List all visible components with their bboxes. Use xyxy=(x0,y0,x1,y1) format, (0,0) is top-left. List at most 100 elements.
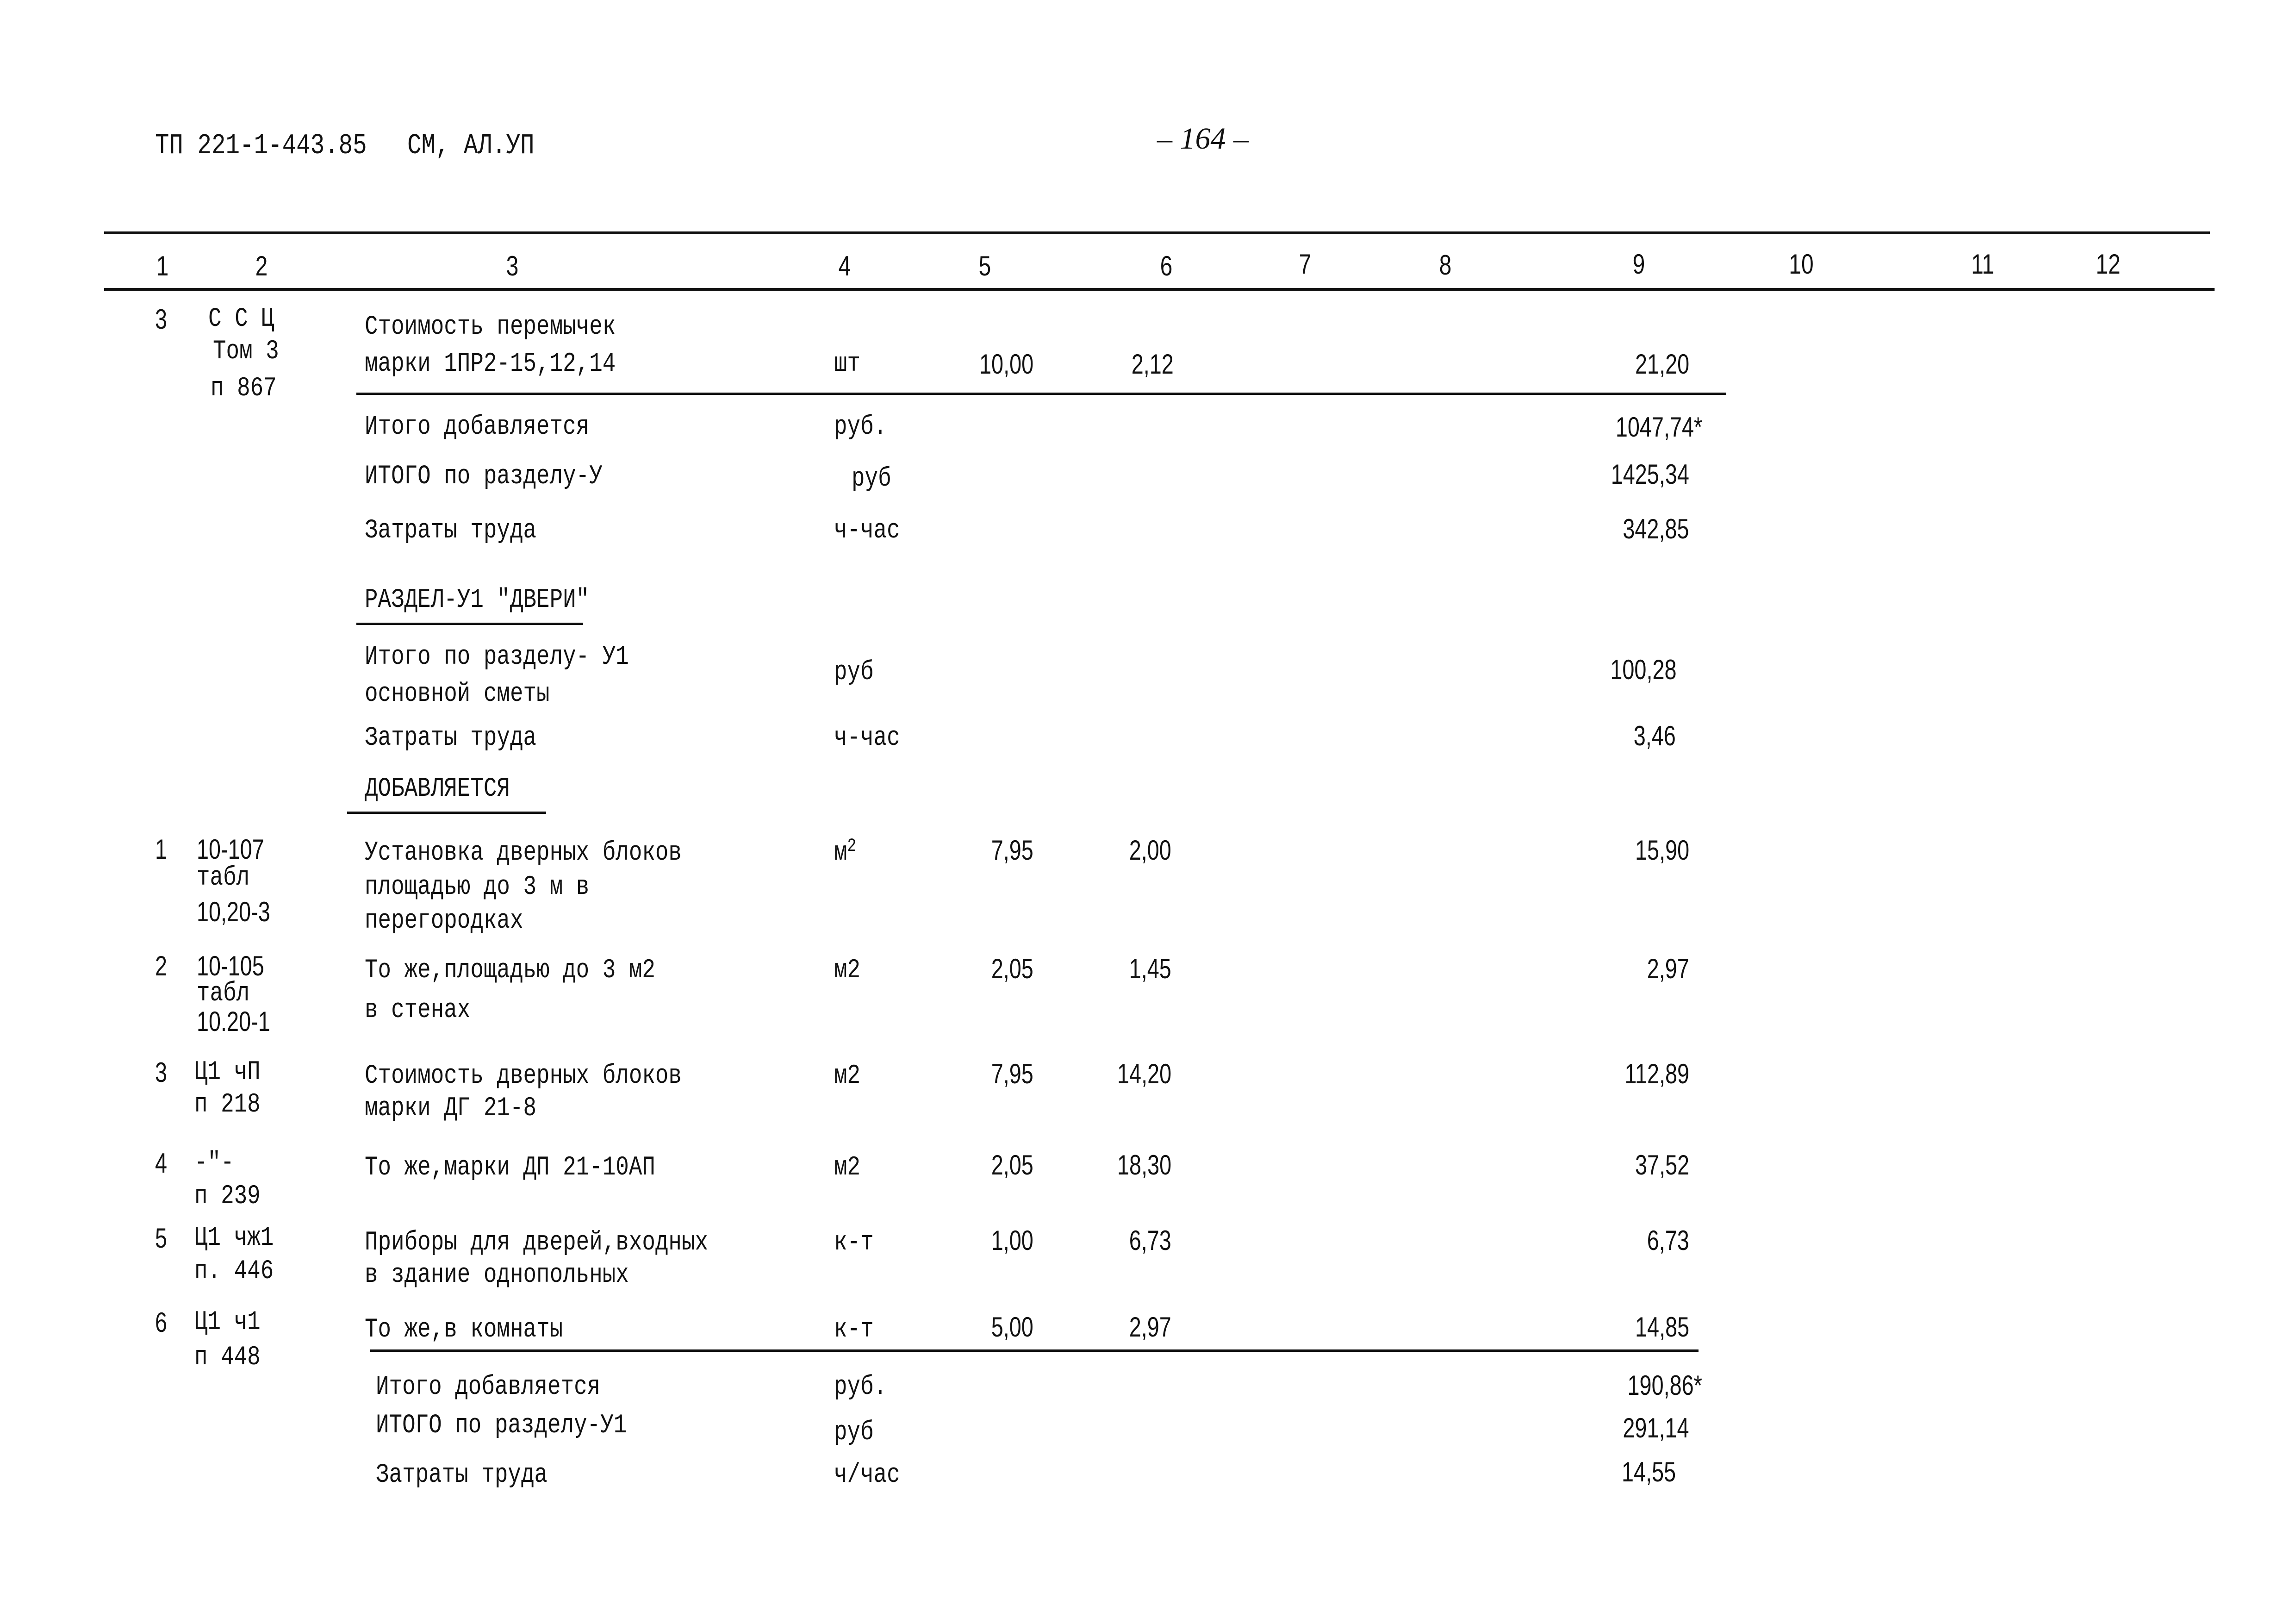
unit-text: м xyxy=(834,838,847,868)
row-number: 6 xyxy=(155,1307,168,1338)
totals-label: Итого добавляется xyxy=(365,412,590,442)
row-quantity: 2,05 xyxy=(991,953,1033,984)
table-top-rule xyxy=(104,231,2210,234)
totals-label: ИТОГО по разделу-У xyxy=(365,462,603,492)
column-header: 10 xyxy=(1789,249,1814,280)
subtotal-rule xyxy=(356,393,1726,395)
column-header: 12 xyxy=(2096,249,2121,280)
row-code: п 218 xyxy=(194,1090,261,1120)
column-header: 1 xyxy=(156,250,169,281)
totals-unit: руб xyxy=(834,1418,874,1448)
row-total: 2,97 xyxy=(1647,953,1689,984)
row-number: 2 xyxy=(155,950,168,981)
row-code: Ц1 чж1 xyxy=(194,1223,274,1253)
row-description: в стенах xyxy=(365,995,471,1025)
unit-superscript: 2 xyxy=(847,836,857,857)
row-quantity: 2,05 xyxy=(991,1149,1033,1181)
row-total: 15,90 xyxy=(1635,835,1689,866)
row-description: Приборы для дверей,входных xyxy=(365,1228,709,1258)
added-heading: ДОБАВЛЯЕТСЯ xyxy=(365,774,510,804)
row-code: п. 446 xyxy=(194,1256,274,1287)
row-unit: к-т xyxy=(834,1315,874,1345)
column-header: 7 xyxy=(1299,249,1312,280)
totals-unit: ч-час xyxy=(834,723,900,753)
totals-value: 291,14 xyxy=(1623,1412,1689,1443)
totals-unit: руб xyxy=(834,657,874,687)
row-description: площадью до 3 м в xyxy=(365,872,590,902)
row-description: То же,площадью до 3 м2 xyxy=(365,956,655,986)
row-unit-price: 1,45 xyxy=(1129,953,1171,984)
row-description: Стоимость перемычек xyxy=(365,312,616,342)
row-code: 10-107 xyxy=(197,834,264,865)
column-header: 9 xyxy=(1632,249,1645,280)
section-title: РАЗДЕЛ-У1 "ДВЕРИ" xyxy=(365,585,590,615)
row-quantity: 10,00 xyxy=(979,349,1033,380)
row-description: марки 1ПР2-15,12,14 xyxy=(365,349,616,379)
row-description: Стоимость дверных блоков xyxy=(365,1061,682,1091)
row-description: То же,в комнаты xyxy=(365,1315,563,1345)
row-code: 10.20-1 xyxy=(197,1006,270,1037)
totals-value: 1425,34 xyxy=(1611,459,1689,490)
totals-unit: ч/час xyxy=(834,1460,900,1490)
row-number: 1 xyxy=(155,834,168,865)
row-unit-price: 2,00 xyxy=(1129,835,1171,866)
row-unit: м2 xyxy=(834,1153,861,1183)
row-code: Ц1 чП xyxy=(194,1057,261,1087)
page-number: – 164 – xyxy=(1157,122,1249,156)
totals-value: 100,28 xyxy=(1610,654,1677,685)
row-total: 6,73 xyxy=(1647,1225,1689,1256)
totals-value: 3,46 xyxy=(1633,720,1676,751)
totals-label: ИТОГО по разделу-У1 xyxy=(376,1411,627,1441)
row-code: С С Ц xyxy=(208,304,274,334)
totals-label: Итого по разделу- У1 xyxy=(365,642,629,672)
row-quantity: 1,00 xyxy=(991,1225,1033,1256)
totals-label: Затраты труда xyxy=(365,723,537,753)
totals-value: 14,55 xyxy=(1621,1456,1676,1487)
row-code: 10,20-3 xyxy=(197,896,270,927)
row-description: марки ДГ 21-8 xyxy=(365,1093,537,1124)
totals-unit: руб. xyxy=(834,1372,887,1402)
totals-value: 1047,74* xyxy=(1615,412,1702,443)
totals-label: Затраты труда xyxy=(365,516,537,546)
row-quantity: 7,95 xyxy=(991,835,1033,866)
row-description: в здание однопольных xyxy=(365,1260,629,1290)
column-header: 2 xyxy=(255,250,268,281)
totals-label: Затраты труда xyxy=(376,1460,548,1490)
row-number: 3 xyxy=(155,1057,168,1088)
row-unit-price: 2,12 xyxy=(1131,349,1174,380)
row-number: 3 xyxy=(155,304,168,335)
row-description: Установка дверных блоков xyxy=(365,838,682,868)
column-header: 4 xyxy=(838,250,851,281)
column-header: 11 xyxy=(1971,249,1994,280)
row-total: 37,52 xyxy=(1635,1149,1689,1181)
column-header: 3 xyxy=(506,250,519,281)
row-unit: м2 xyxy=(834,836,857,869)
column-header: 8 xyxy=(1439,250,1452,281)
subtotal-rule xyxy=(370,1349,1699,1352)
row-quantity: 5,00 xyxy=(991,1312,1033,1343)
row-quantity: 7,95 xyxy=(991,1058,1033,1089)
row-unit-price: 14,20 xyxy=(1117,1058,1171,1089)
row-number: 5 xyxy=(155,1223,168,1254)
row-code: п 448 xyxy=(194,1343,261,1373)
row-description: перегородках xyxy=(365,906,523,936)
document-section: СМ, АЛ.УП xyxy=(407,129,535,162)
section-title-underline xyxy=(356,623,583,625)
table-header-rule xyxy=(104,288,2215,291)
row-unit-price: 6,73 xyxy=(1129,1225,1171,1256)
row-unit: шт xyxy=(834,349,861,379)
totals-unit: руб xyxy=(852,464,891,494)
totals-unit: руб. xyxy=(834,412,887,442)
row-code: табл xyxy=(197,863,250,893)
row-code: Том 3 xyxy=(213,337,279,367)
row-code: Ц1 ч1 xyxy=(194,1307,261,1337)
row-description: То же,марки ДП 21-10АП xyxy=(365,1153,655,1183)
added-heading-underline xyxy=(347,812,546,814)
column-header: 6 xyxy=(1160,250,1173,281)
row-total: 14,85 xyxy=(1635,1312,1689,1343)
document-code: ТП 221-1-443.85 xyxy=(155,129,367,162)
totals-value: 190,86* xyxy=(1627,1370,1702,1401)
row-unit-price: 18,30 xyxy=(1117,1149,1171,1181)
row-unit: к-т xyxy=(834,1228,874,1258)
totals-label: Итого добавляется xyxy=(376,1372,601,1402)
